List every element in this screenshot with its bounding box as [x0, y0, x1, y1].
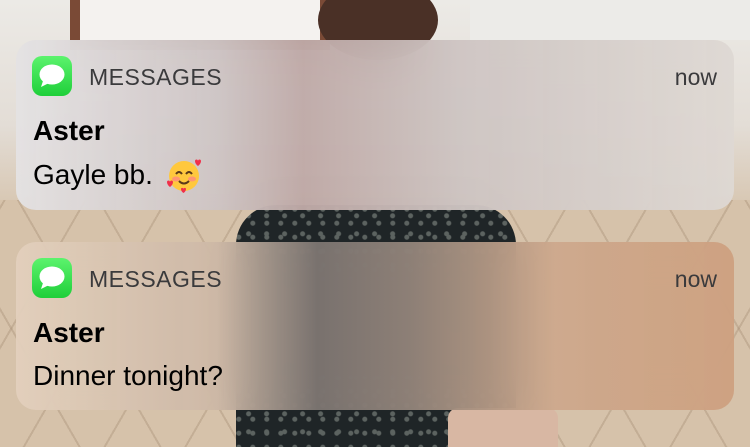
sender-name: Aster — [33, 317, 105, 348]
message-preview: Gayle bb. — [33, 156, 203, 194]
app-name: MESSAGES — [89, 266, 223, 292]
message-text: Dinner tonight? — [33, 360, 223, 391]
messages-app-icon — [32, 258, 72, 298]
notification-card[interactable]: MESSAGES now Aster Gayle bb. — [16, 40, 734, 210]
message-preview: Dinner tonight? — [33, 358, 223, 394]
wall — [470, 0, 750, 40]
speech-bubble-icon — [39, 266, 65, 289]
speech-bubble-icon — [39, 64, 65, 87]
notification-time: now — [674, 266, 717, 292]
smiling-face-with-hearts-icon — [166, 159, 201, 193]
sender-name: Aster — [33, 115, 105, 146]
app-name: MESSAGES — [89, 64, 223, 90]
notification-card[interactable]: MESSAGES now Aster Dinner tonight? — [16, 242, 734, 410]
notification-time: now — [674, 64, 717, 90]
message-text: Gayle bb. — [33, 159, 153, 190]
messages-app-icon — [32, 56, 72, 96]
handbag — [448, 408, 558, 447]
